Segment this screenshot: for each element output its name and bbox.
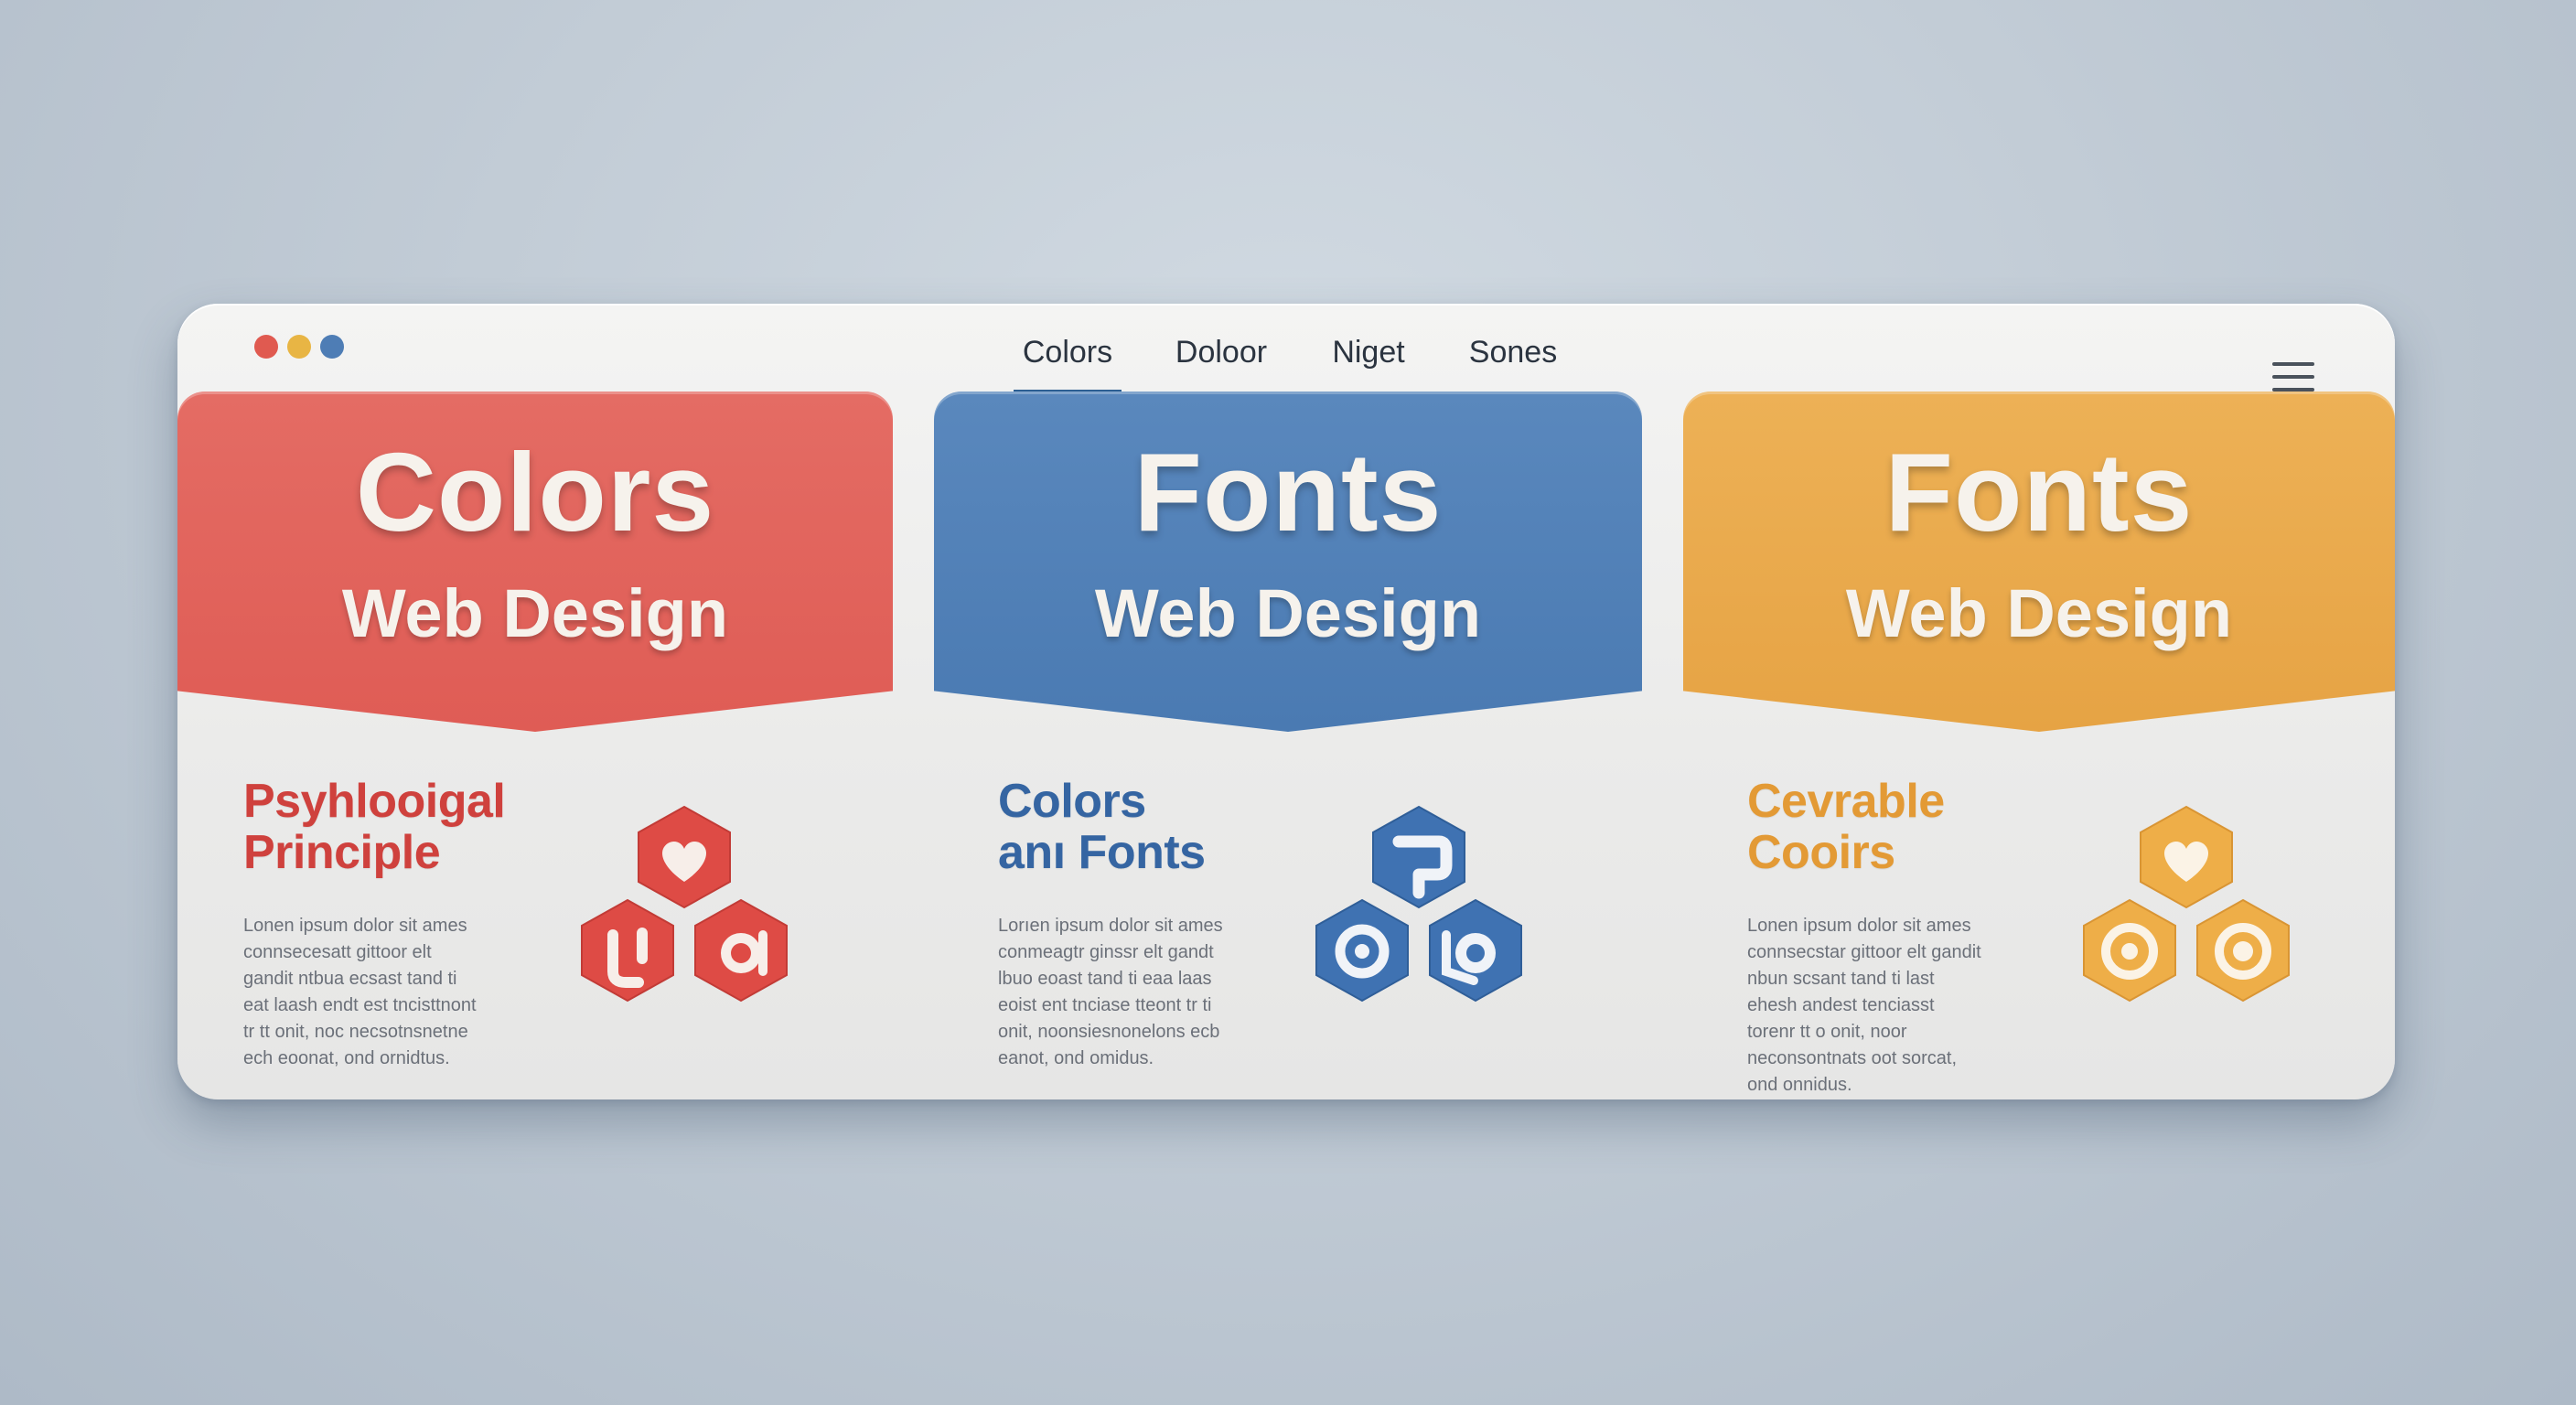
card-banner: Fonts Web Design (934, 391, 1642, 732)
card-body-text: Lonen ipsum dolor sit ames connsecesatt … (243, 916, 477, 1068)
card-banner: Colors Web Design (177, 391, 893, 732)
card-body-text: Lonen ipsum dolor sit ames connsecstar g… (1747, 916, 1981, 1095)
card-colors[interactable]: Colors Web Design Psyhlooigal Principle … (177, 391, 893, 1087)
tab-niget[interactable]: Niget (1323, 329, 1414, 390)
card-fonts[interactable]: Fonts Web Design Colors anı Fonts Lorıen… (934, 391, 1642, 1087)
card-heading: Psyhlooigal Principle (243, 776, 518, 878)
top-nav: Colors Doloor Niget Sones (177, 329, 2395, 393)
card-heading: Cevrable Cooirs (1747, 776, 2022, 878)
card-heading-line: Cevrable (1747, 775, 1945, 828)
banner-title: Fonts (1884, 430, 2194, 554)
card-heading-line: Colors (998, 775, 1146, 828)
card-heading: Colors anı Fonts (998, 776, 1272, 878)
banner-title: Fonts (1133, 430, 1443, 554)
browser-window: Colors Doloor Niget Sones Colors Web Des… (177, 304, 2395, 1099)
card-heading-line: Principle (243, 826, 441, 879)
card-banner: Fonts Web Design (1683, 391, 2395, 732)
card-heading-line: Cooirs (1747, 826, 1895, 879)
banner-subtitle: Web Design (341, 575, 729, 651)
card-heading-line: anı Fonts (998, 826, 1206, 879)
banner-subtitle: Web Design (1845, 575, 2233, 651)
card-body-text: Lorıen ipsum dolor sit ames conmeagtr gi… (998, 916, 1223, 1068)
banner-subtitle: Web Design (1094, 575, 1482, 651)
card-fonts-secondary[interactable]: Fonts Web Design Cevrable Cooirs Lonen i… (1683, 391, 2395, 1095)
hexagon-hearts-icon (581, 805, 788, 1003)
hexagon-links-icon (1315, 805, 1522, 1003)
tab-doloor[interactable]: Doloor (1171, 329, 1272, 390)
hexagon-hearts-icon (2083, 805, 2290, 1003)
hamburger-menu-icon[interactable] (2272, 362, 2314, 395)
tab-sones[interactable]: Sones (1467, 329, 1559, 390)
banner-title: Colors (355, 430, 715, 554)
tab-colors[interactable]: Colors (1014, 329, 1122, 393)
card-heading-line: Psyhlooigal (243, 775, 506, 828)
